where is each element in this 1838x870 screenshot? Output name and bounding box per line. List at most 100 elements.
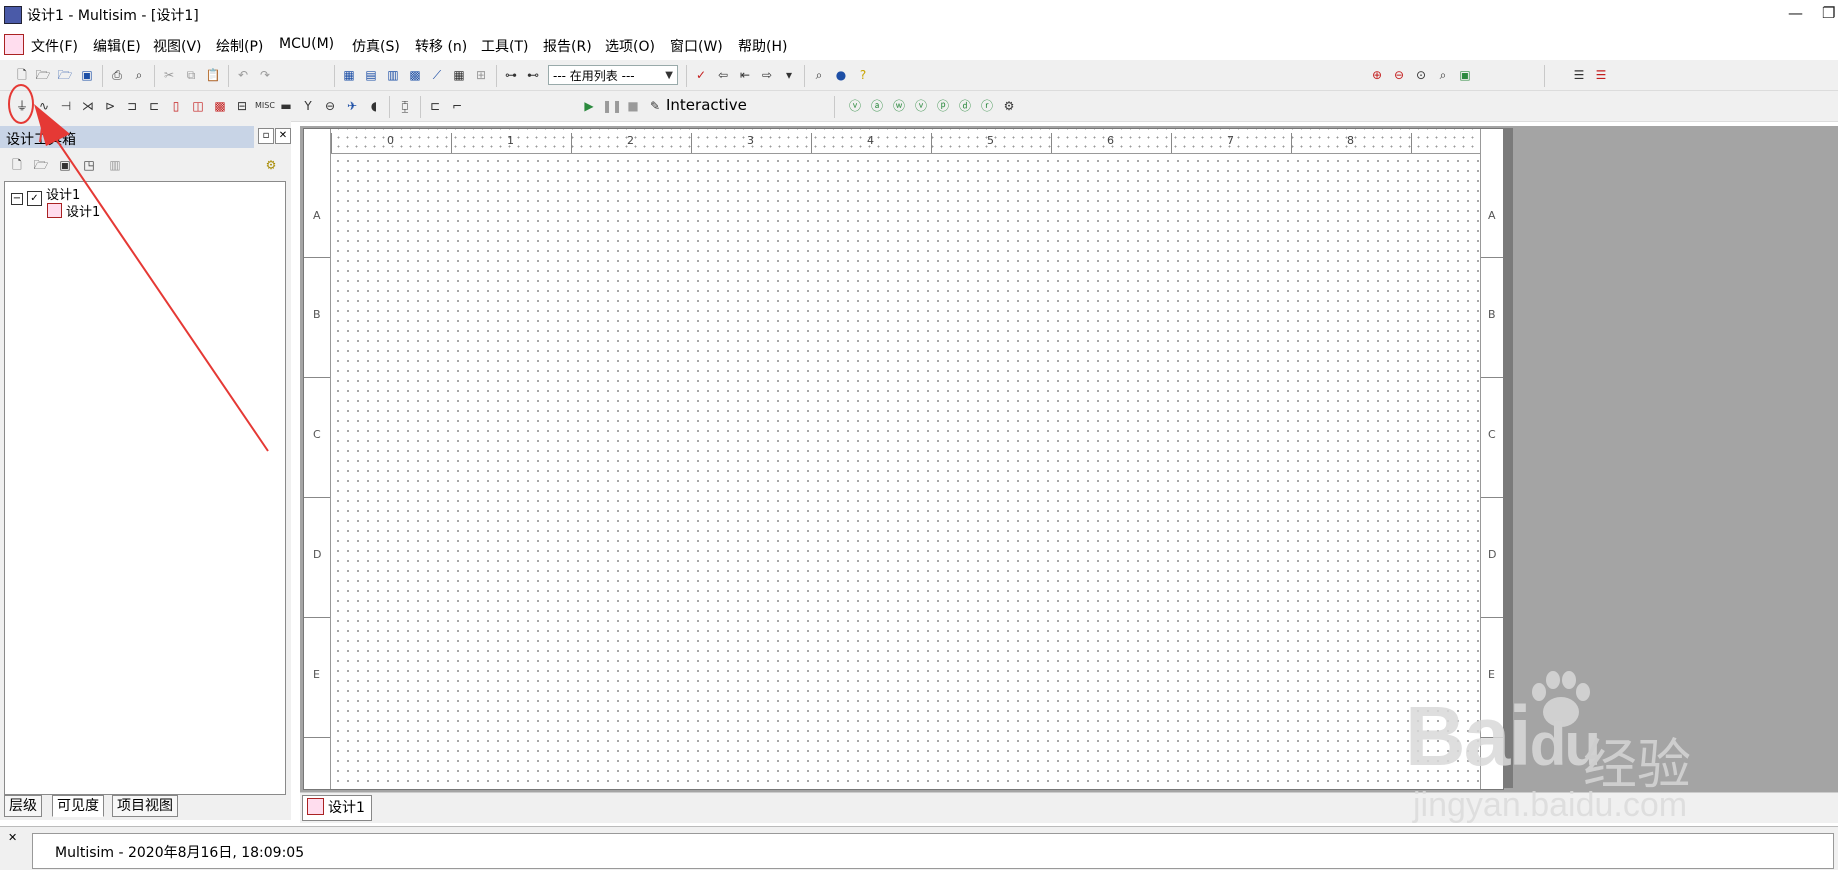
menu-mcu[interactable]: MCU(M) — [279, 36, 334, 52]
run-icon[interactable]: ▶ — [580, 97, 598, 115]
place-analog-icon[interactable]: ⊳ — [101, 97, 119, 115]
copy-icon[interactable]: ⧉ — [182, 66, 200, 84]
place-misc-icon[interactable]: MISC — [255, 97, 275, 115]
sim-mode-icon[interactable]: ✎ — [646, 97, 664, 115]
menu-options[interactable]: 选项(O) — [605, 36, 655, 56]
open-sample-icon[interactable]: 🗁 — [56, 66, 74, 84]
document-icon[interactable] — [4, 34, 24, 55]
schematic-grid[interactable] — [331, 154, 1481, 788]
place-mixed-icon[interactable]: ◫ — [189, 97, 207, 115]
place-electromechanical-icon[interactable]: ⊖ — [321, 97, 339, 115]
place-power-icon[interactable]: ⊟ — [233, 97, 251, 115]
probe-digital-icon[interactable]: ⓓ — [956, 97, 974, 115]
place-misc-digital-icon[interactable]: ▯ — [167, 97, 185, 115]
place-wire-icon[interactable]: ⌐ — [448, 97, 466, 115]
place-basic-icon[interactable]: ∿ — [35, 97, 53, 115]
hierarchy-icon[interactable]: ⊶ — [502, 66, 520, 84]
place-transistor-icon[interactable]: ⋊ — [79, 97, 97, 115]
sql-view-icon[interactable]: ▥ — [384, 66, 402, 84]
menu-view[interactable]: 视图(V) — [153, 36, 202, 56]
place-rf-icon[interactable]: Y — [299, 97, 317, 115]
probe-voltage-current-icon[interactable]: ⓟ — [934, 97, 952, 115]
place-hierarchical-block-icon[interactable]: ⧮ — [396, 97, 414, 115]
menu-transfer[interactable]: 转移 (n) — [415, 36, 467, 56]
tree-node-child[interactable]: 设计1 — [47, 201, 100, 220]
zoom-out-icon[interactable]: ⊖ — [1390, 66, 1408, 84]
pause-icon[interactable]: ❚❚ — [602, 97, 622, 115]
save-design-icon[interactable]: ▣ — [56, 156, 74, 174]
multisim-app-icon[interactable] — [4, 6, 22, 24]
place-diode-icon[interactable]: ⊣ — [57, 97, 75, 115]
menu-simulate[interactable]: 仿真(S) — [352, 36, 400, 56]
save-icon[interactable]: ▣ — [78, 66, 96, 84]
minimize-button[interactable]: — — [1788, 4, 1803, 22]
redo-icon[interactable]: ↷ — [256, 66, 274, 84]
print-icon[interactable]: ⎙ — [108, 66, 126, 84]
list-options-icon[interactable]: ☰ — [1570, 66, 1588, 84]
transfer-dropdown-icon[interactable]: ▾ — [780, 66, 798, 84]
place-ni-component-icon[interactable]: ✈ — [343, 97, 361, 115]
undo-icon[interactable]: ↶ — [234, 66, 252, 84]
forward-annotate-icon[interactable]: ⇤ — [736, 66, 754, 84]
find-examples-icon[interactable]: ⌕ — [810, 66, 828, 84]
menu-reports[interactable]: 报告(R) — [543, 36, 592, 56]
database-manager-icon[interactable]: ▩ — [406, 66, 424, 84]
menu-window[interactable]: 窗口(W) — [670, 36, 723, 56]
paste-icon[interactable]: 📋 — [204, 66, 222, 84]
education-website-icon[interactable]: ● — [832, 66, 850, 84]
place-mcu-icon[interactable]: ◖ — [365, 97, 383, 115]
sim-mode-label[interactable]: Interactive — [666, 96, 747, 114]
help-icon[interactable]: ? — [854, 66, 872, 84]
new-file-icon[interactable]: 🗋 — [13, 66, 31, 84]
menu-file[interactable]: 文件(F) — [31, 36, 78, 56]
place-bus-icon[interactable]: ⊏ — [426, 97, 444, 115]
probe-power-icon[interactable]: ⓦ — [890, 97, 908, 115]
probe-differential-icon[interactable]: ⓥ — [912, 97, 930, 115]
collapse-icon[interactable]: − — [11, 193, 23, 205]
place-ttl-icon[interactable]: ⊐ — [123, 97, 141, 115]
zoom-in-icon[interactable]: ⊕ — [1368, 66, 1386, 84]
erc-icon[interactable]: ✓ — [692, 66, 710, 84]
close-design-icon[interactable]: ◳ — [80, 156, 98, 174]
place-cmos-icon[interactable]: ⊏ — [145, 97, 163, 115]
tab-visibility[interactable]: 可见度 — [52, 795, 104, 817]
print-preview-icon[interactable]: ⌕ — [130, 66, 148, 84]
tab-hierarchy[interactable]: 层级 — [4, 795, 42, 817]
transfer-to-ultiboard-icon[interactable]: ⇨ — [758, 66, 776, 84]
toolbox-settings-icon[interactable]: ⚙ — [262, 156, 280, 174]
menu-edit[interactable]: 编辑(E) — [93, 36, 141, 56]
stop-icon[interactable]: ■ — [624, 97, 642, 115]
open-design-icon[interactable]: 🗁 — [32, 156, 50, 174]
full-screen-icon[interactable]: ▣ — [1456, 66, 1474, 84]
in-use-list-dropdown[interactable]: --- 在用列表 --- ▼ — [548, 65, 678, 85]
zoom-sheet-icon[interactable]: ⌕ — [1434, 66, 1452, 84]
list-options-red-icon[interactable]: ☰ — [1592, 66, 1610, 84]
menu-tools[interactable]: 工具(T) — [481, 36, 528, 56]
postprocessor-icon[interactable]: ▦ — [450, 66, 468, 84]
cut-icon[interactable]: ✂ — [160, 66, 178, 84]
back-annotate-icon[interactable]: ⇦ — [714, 66, 732, 84]
tab-project-view[interactable]: 项目视图 — [112, 795, 178, 817]
panel-pin-button[interactable]: ▫ — [258, 128, 274, 144]
restore-button[interactable]: ❐ — [1822, 4, 1835, 22]
place-indicator-icon[interactable]: ▩ — [211, 97, 229, 115]
menu-help[interactable]: 帮助(H) — [738, 36, 787, 56]
menu-place[interactable]: 绘制(P) — [216, 36, 263, 56]
tab-design1[interactable]: 设计1 — [302, 795, 372, 821]
close-icon[interactable]: ✕ — [8, 831, 17, 844]
place-source-icon[interactable]: ⏚ — [13, 97, 31, 115]
zoom-area-icon[interactable]: ⊙ — [1412, 66, 1430, 84]
component-wizard-icon[interactable]: ⊞ — [472, 66, 490, 84]
new-subcircuit-icon[interactable]: ⊷ — [524, 66, 542, 84]
probe-current-icon[interactable]: ⓐ — [868, 97, 886, 115]
spreadsheet-view-icon[interactable]: ▤ — [362, 66, 380, 84]
rename-design-icon[interactable]: ▥ — [106, 156, 124, 174]
panel-close-button[interactable]: ✕ — [275, 128, 291, 144]
grapher-icon[interactable]: ⟋ — [428, 66, 446, 84]
toggle-design-toolbox-icon[interactable]: ▦ — [340, 66, 358, 84]
new-design-icon[interactable]: 🗋 — [8, 156, 26, 174]
open-folder-icon[interactable]: 🗁 — [34, 66, 52, 84]
probe-settings-icon[interactable]: ⚙ — [1000, 97, 1018, 115]
place-advanced-peripherals-icon[interactable]: ▬ — [277, 97, 295, 115]
probe-reference-icon[interactable]: ⓡ — [978, 97, 996, 115]
